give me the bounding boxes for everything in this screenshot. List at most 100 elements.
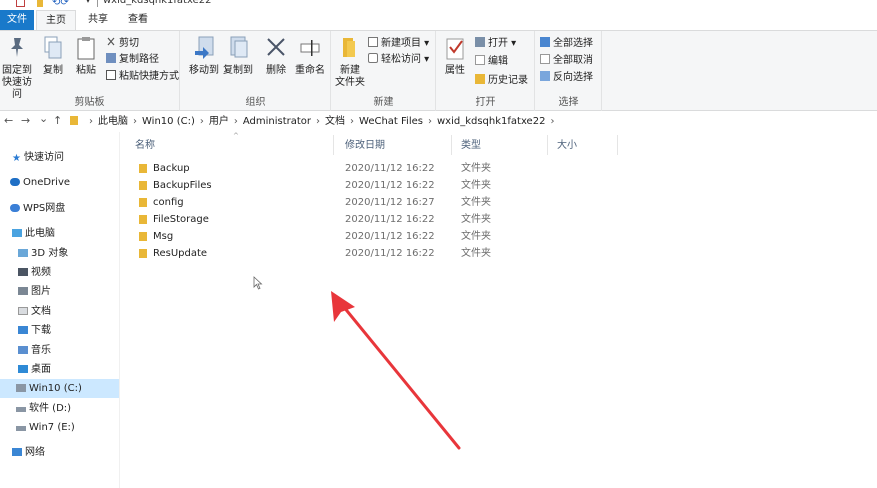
rename-icon xyxy=(299,35,321,61)
new-folder-icon xyxy=(339,35,361,61)
easy-access-icon xyxy=(368,53,378,63)
table-row[interactable]: Msg 2020/11/12 16:22 文件夹 xyxy=(121,228,721,245)
chevron-right-icon[interactable]: › xyxy=(350,112,354,132)
new-folder-label-2: 文件夹 xyxy=(335,77,365,88)
column-divider[interactable] xyxy=(547,135,548,155)
rename-button[interactable]: 重命名 xyxy=(291,35,329,77)
table-row[interactable]: FileStorage 2020/11/12 16:22 文件夹 xyxy=(121,211,721,228)
edit-button[interactable]: 编辑 xyxy=(475,54,508,70)
copy-button[interactable]: 复制 xyxy=(40,35,66,77)
column-header-type[interactable]: 类型 xyxy=(461,138,481,154)
new-item-label[interactable]: 新建项目 ▾ xyxy=(381,38,429,49)
chevron-right-icon[interactable]: › xyxy=(89,112,93,132)
chevron-right-icon[interactable]: › xyxy=(133,112,137,132)
paste-button[interactable]: 粘贴 xyxy=(73,35,99,77)
file-name: Msg xyxy=(153,231,174,242)
paste-shortcut-button[interactable]: 粘贴快捷方式 xyxy=(106,69,179,85)
select-all-button[interactable]: 全部选择 xyxy=(540,36,593,52)
column-divider[interactable] xyxy=(451,135,452,155)
paste-icon xyxy=(75,35,97,61)
chevron-right-icon[interactable]: › xyxy=(200,112,204,132)
easy-access-button[interactable]: 轻松访问 ▾ xyxy=(368,52,429,68)
tab-home[interactable]: 主页 xyxy=(36,10,76,30)
rename-label: 重命名 xyxy=(295,65,325,76)
properties-button[interactable]: 属性 xyxy=(440,35,470,77)
sidebar-item-onedrive[interactable]: OneDrive xyxy=(0,173,119,192)
crumb-this-pc[interactable]: 此电脑 xyxy=(98,116,128,127)
sidebar-item-label: Win7 (E:) xyxy=(29,422,75,433)
up-arrow-icon[interactable]: ↑ xyxy=(53,114,62,127)
navigation-pane: ★ 快速访问 OneDrive WPS网盘 此电脑 3D 对象 视频 图片 文档 … xyxy=(0,132,120,488)
open-label[interactable]: 打开 ▾ xyxy=(488,38,516,49)
ribbon-tabs: 文件 主页 共享 查看 xyxy=(0,10,877,30)
new-folder-icon[interactable] xyxy=(37,0,43,7)
forward-arrow-icon[interactable]: → xyxy=(21,114,30,127)
sidebar-item-desktop[interactable]: 桌面 xyxy=(0,360,119,379)
breadcrumb[interactable]: › 此电脑 › Win10 (C:) › 用户 › Administrator › 文档 › WeCh… xyxy=(70,112,559,132)
cut-button[interactable]: 剪切 xyxy=(106,36,139,52)
copy-to-button[interactable]: 复制到 xyxy=(221,35,255,77)
sidebar-item-quick-access[interactable]: ★ 快速访问 xyxy=(0,148,119,167)
new-item-button[interactable]: 新建项目 ▾ xyxy=(368,36,429,52)
sidebar-item-3d-objects[interactable]: 3D 对象 xyxy=(0,244,119,263)
sidebar-item-pictures[interactable]: 图片 xyxy=(0,282,119,301)
invert-selection-label: 反向选择 xyxy=(553,72,593,83)
sidebar-item-videos[interactable]: 视频 xyxy=(0,263,119,282)
crumb-documents[interactable]: 文档 xyxy=(325,116,345,127)
sidebar-item-downloads[interactable]: 下载 xyxy=(0,321,119,340)
chevron-right-icon[interactable]: › xyxy=(316,112,320,132)
sidebar-item-wps[interactable]: WPS网盘 xyxy=(0,199,119,218)
table-row[interactable]: BackupFiles 2020/11/12 16:22 文件夹 xyxy=(121,177,721,194)
column-header-date[interactable]: 修改日期 xyxy=(345,138,385,154)
sidebar-item-music[interactable]: 音乐 xyxy=(0,341,119,360)
pin-quick-access-button[interactable]: 固定到 快速访问 xyxy=(1,35,33,101)
move-to-button[interactable]: 移动到 xyxy=(187,35,221,77)
delete-button[interactable]: 删除 xyxy=(263,35,289,77)
folder-icon xyxy=(139,198,147,207)
column-header-name[interactable]: 名称 xyxy=(135,138,155,154)
sidebar-item-drive-c[interactable]: Win10 (C:) xyxy=(0,379,119,398)
crumb-wxid[interactable]: wxid_kdsqhk1fatxe22 xyxy=(437,116,545,127)
select-none-button[interactable]: 全部取消 xyxy=(540,53,593,69)
column-divider[interactable] xyxy=(333,135,334,155)
sidebar-item-label: 桌面 xyxy=(31,364,51,375)
crumb-users[interactable]: 用户 xyxy=(209,116,229,127)
back-arrow-icon[interactable]: ← xyxy=(4,114,13,127)
table-row[interactable]: ResUpdate 2020/11/12 16:22 文件夹 xyxy=(121,245,721,262)
sidebar-item-label: 图片 xyxy=(31,286,51,297)
chevron-right-icon[interactable]: › xyxy=(550,112,554,132)
tab-file[interactable]: 文件 xyxy=(0,10,34,30)
recent-locations-icon[interactable]: ⌄ xyxy=(39,112,48,125)
crumb-drive-c[interactable]: Win10 (C:) xyxy=(142,116,195,127)
history-button[interactable]: 历史记录 xyxy=(475,73,528,89)
column-header-size[interactable]: 大小 xyxy=(557,138,577,154)
chevron-down-icon[interactable]: ▾ xyxy=(86,0,90,5)
sidebar-item-network[interactable]: 网络 xyxy=(0,443,119,462)
table-row[interactable]: config 2020/11/12 16:27 文件夹 xyxy=(121,194,721,211)
new-folder-button[interactable]: 新建 文件夹 xyxy=(333,35,367,89)
sidebar-item-this-pc[interactable]: 此电脑 xyxy=(0,224,119,243)
undo-icon[interactable]: ⟲⟳ xyxy=(52,0,69,8)
file-date: 2020/11/12 16:22 xyxy=(345,163,435,174)
crumb-wechat-files[interactable]: WeChat Files xyxy=(359,116,423,127)
tab-view[interactable]: 查看 xyxy=(118,10,158,30)
edit-label: 编辑 xyxy=(488,56,508,67)
tab-share[interactable]: 共享 xyxy=(78,10,118,30)
sidebar-item-drive-e[interactable]: Win7 (E:) xyxy=(0,418,119,437)
sidebar-item-documents[interactable]: 文档 xyxy=(0,302,119,321)
chevron-right-icon[interactable]: › xyxy=(234,112,238,132)
chevron-right-icon[interactable]: › xyxy=(428,112,432,132)
table-row[interactable]: Backup 2020/11/12 16:22 文件夹 xyxy=(121,160,721,177)
column-divider[interactable] xyxy=(617,135,618,155)
file-name: Backup xyxy=(153,163,190,174)
sidebar-item-drive-d[interactable]: 软件 (D:) xyxy=(0,399,119,418)
properties-check-icon[interactable] xyxy=(16,0,25,7)
crumb-administrator[interactable]: Administrator xyxy=(243,116,311,127)
open-button[interactable]: 打开 ▾ xyxy=(475,36,516,52)
select-none-label: 全部取消 xyxy=(553,55,593,66)
easy-access-label[interactable]: 轻松访问 ▾ xyxy=(381,54,429,65)
document-icon xyxy=(18,307,28,315)
new-group: 新建 文件夹 新建项目 ▾ 轻松访问 ▾ 新建 xyxy=(332,31,436,111)
invert-selection-button[interactable]: 反向选择 xyxy=(540,70,593,86)
copy-path-button[interactable]: 复制路径 xyxy=(106,52,159,68)
